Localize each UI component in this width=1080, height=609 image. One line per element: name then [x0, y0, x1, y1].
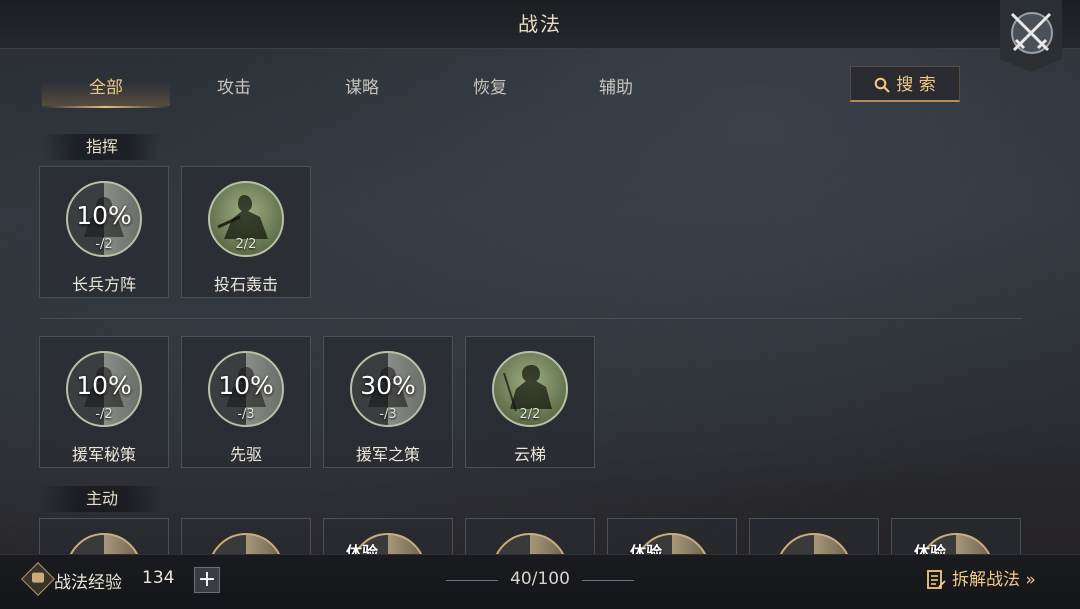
tactic-card[interactable]: 10% -/2 长兵方阵 [39, 166, 169, 298]
progress-percent: 10% [76, 201, 132, 230]
tactic-count: 40/100 [510, 569, 570, 589]
tactic-card[interactable]: 体验 [607, 518, 737, 558]
tactic-card[interactable]: 2/2 云梯 [465, 336, 595, 468]
tactic-card[interactable]: 30% -/3 援军之策 [323, 336, 453, 468]
tactic-level: 2/2 [519, 407, 541, 422]
tactic-portrait: 2/2 [208, 181, 284, 257]
disassemble-label: 拆解战法 » [952, 570, 1036, 590]
progress-percent: 10% [76, 371, 132, 400]
tactic-name: 云梯 [513, 445, 546, 464]
tactic-card[interactable] [749, 518, 879, 558]
document-list-icon [927, 570, 946, 589]
progress-percent: 30% [360, 371, 416, 400]
page-title: 战法 [518, 12, 562, 36]
tactic-card[interactable]: 10% -/2 援军秘策 [39, 336, 169, 468]
tactic-name: 援军秘策 [71, 445, 136, 464]
tactic-portrait: 10% -/3 [208, 351, 284, 427]
tactic-card[interactable] [39, 518, 169, 558]
tactic-name: 先驱 [229, 445, 262, 464]
search-label: 搜 索 [896, 75, 936, 95]
tactic-level: 2/2 [235, 237, 257, 252]
tactic-portrait: 30% -/3 [350, 351, 426, 427]
tactic-portrait: 2/2 [492, 351, 568, 427]
tactic-card[interactable] [181, 518, 311, 558]
add-exp-button[interactable]: + [194, 567, 220, 593]
tab-strategy[interactable]: 谋略 [298, 70, 426, 108]
tab-attack[interactable]: 攻击 [170, 70, 298, 108]
tactic-level: -/3 [237, 407, 255, 422]
tactic-level: -/3 [379, 407, 397, 422]
search-button[interactable]: 搜 索 [850, 66, 960, 102]
tactic-card[interactable]: 10% -/3 先驱 [181, 336, 311, 468]
tactic-name: 长兵方阵 [71, 275, 136, 294]
disassemble-tactics-button[interactable]: 拆解战法 » [926, 567, 1036, 593]
tactic-name: 投石轰击 [213, 275, 278, 294]
tactic-card[interactable]: 体验 [891, 518, 1021, 558]
progress-percent: 10% [218, 371, 274, 400]
section-active-label: 主动 [42, 486, 163, 512]
tab-all[interactable]: 全部 [42, 70, 170, 108]
search-icon [874, 77, 891, 93]
tactic-level: -/2 [95, 237, 113, 252]
tactic-portrait: 10% -/2 [66, 181, 142, 257]
tactic-level: -/2 [95, 407, 113, 422]
tactic-name: 援军之策 [355, 445, 420, 464]
tactic-portrait: 10% -/2 [66, 351, 142, 427]
tactic-exp-label: 战法经验 [54, 573, 122, 593]
count-divider-right [582, 580, 634, 581]
close-button[interactable] [1000, 0, 1062, 72]
section-command-label: 指挥 [42, 134, 163, 160]
section-divider [40, 318, 1022, 319]
tactic-card[interactable] [465, 518, 595, 558]
tactic-card[interactable]: 2/2 投石轰击 [181, 166, 311, 298]
crossed-swords-icon [1010, 12, 1052, 52]
tactic-card[interactable]: 体验 [323, 518, 453, 558]
tactic-exp-value: 134 [142, 568, 175, 588]
tab-recovery[interactable]: 恢复 [426, 70, 554, 108]
count-divider-left [446, 580, 498, 581]
tab-support[interactable]: 辅助 [552, 70, 680, 108]
